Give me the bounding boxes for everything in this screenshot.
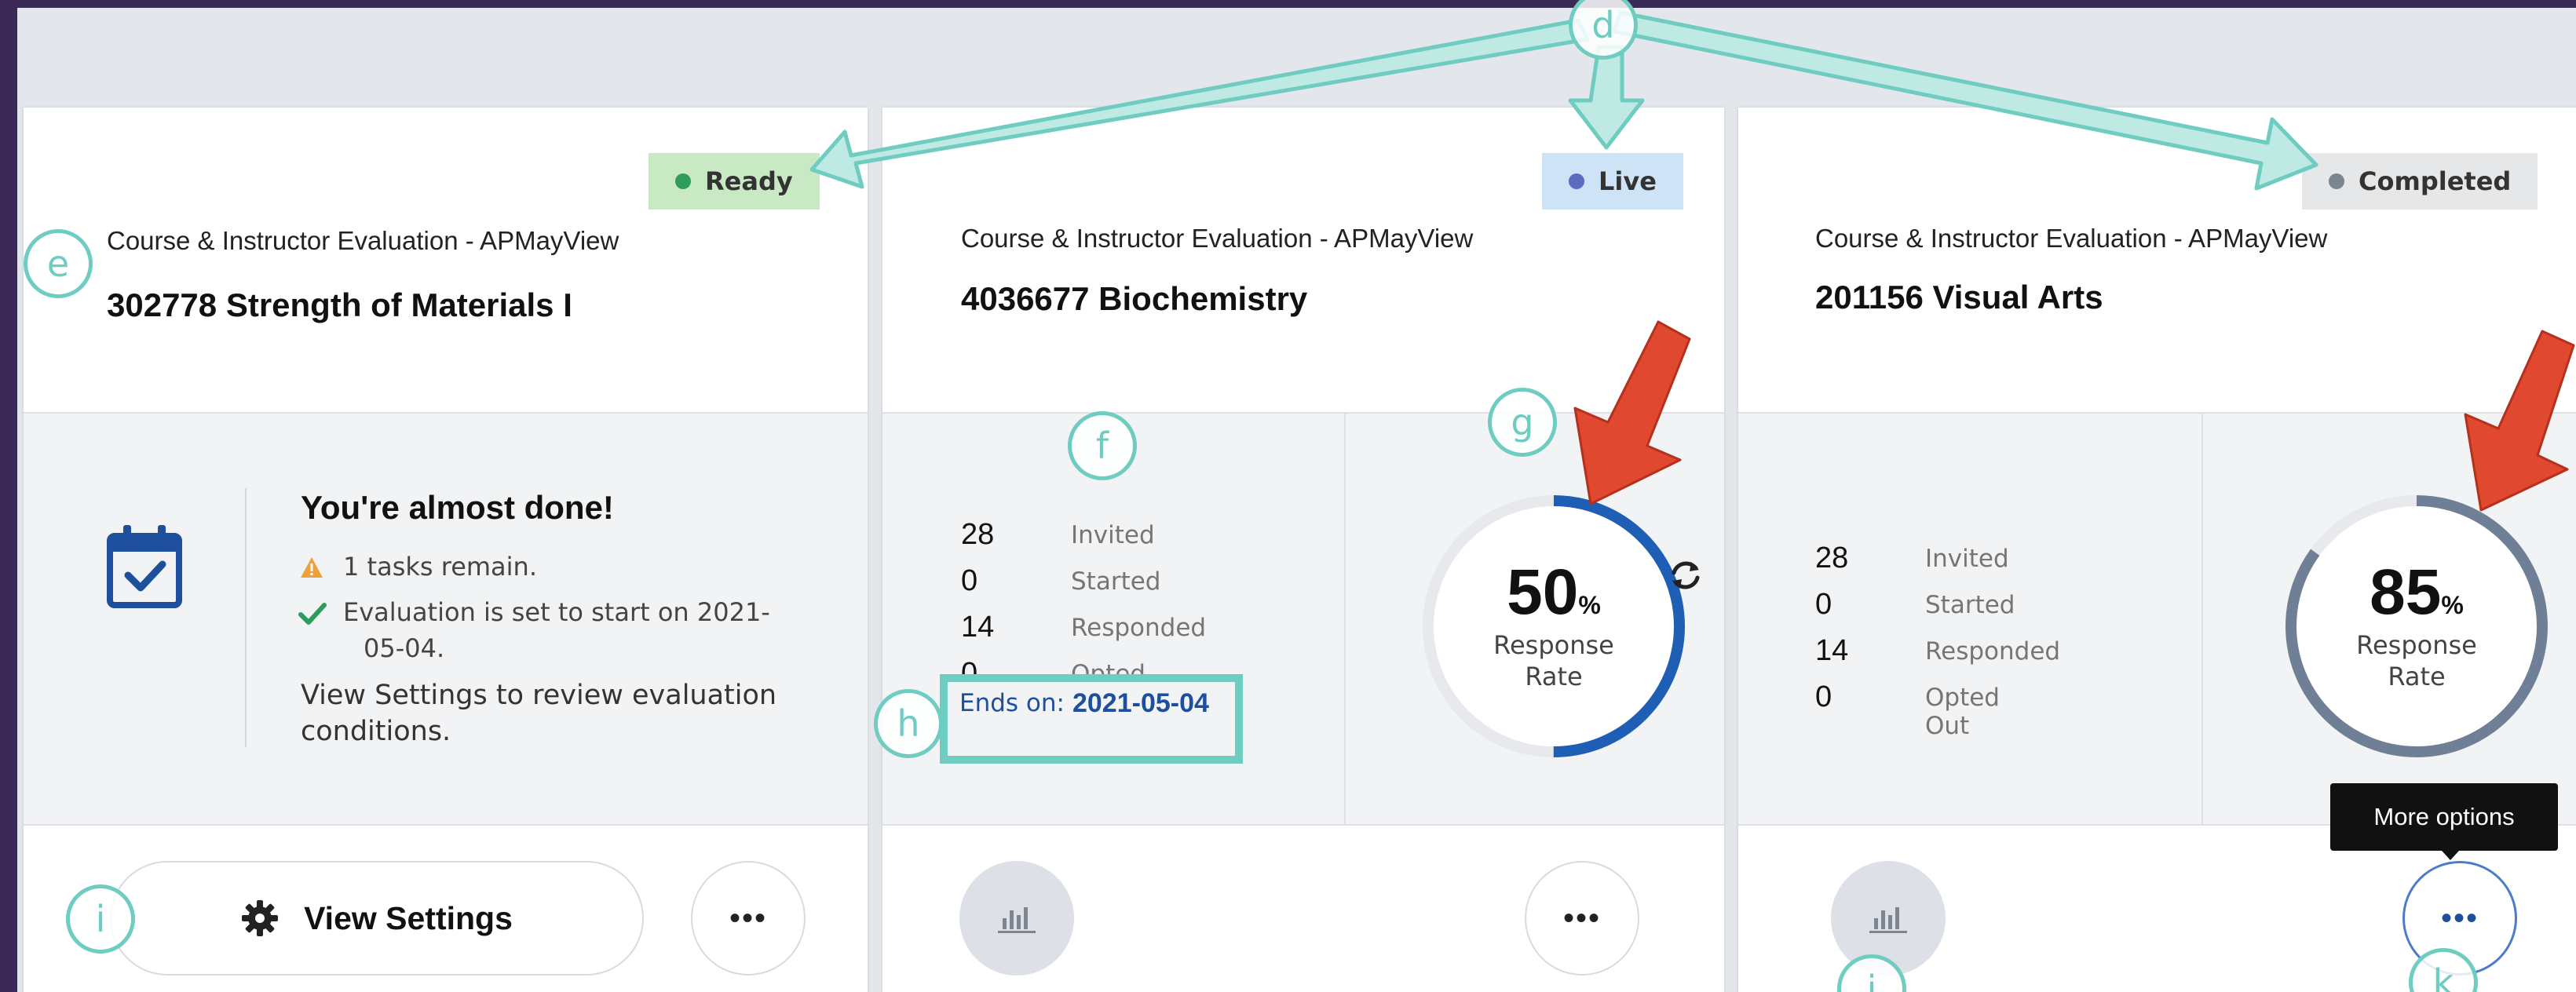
course-title[interactable]: 201156 Visual Arts bbox=[1815, 279, 2103, 316]
check-icon bbox=[298, 603, 327, 625]
status-badge: Live bbox=[1542, 153, 1683, 210]
view-report-button[interactable] bbox=[959, 861, 1074, 976]
status-badge: Completed bbox=[2302, 153, 2538, 210]
evaluation-card-ready: Ready Course & Instructor Evaluation - A… bbox=[24, 108, 868, 992]
callout-e: e bbox=[24, 229, 93, 298]
card-footer: ••• bbox=[882, 826, 1724, 992]
notice-heading: You're almost done! bbox=[301, 489, 614, 526]
more-options-tooltip: More options bbox=[2330, 783, 2558, 851]
card-footer: View Settings ••• bbox=[24, 826, 868, 992]
response-rate-label: Response Rate bbox=[2356, 630, 2477, 691]
divider bbox=[2201, 414, 2203, 826]
card-header: Ready Course & Instructor Evaluation - A… bbox=[24, 108, 868, 414]
bar-chart-icon bbox=[998, 907, 1036, 933]
response-rate-label: Response Rate bbox=[1493, 630, 1614, 691]
card-body: 28Invited 0Started 14Responded 0Opted Ou… bbox=[1738, 414, 2576, 826]
end-date-label: Ends on: bbox=[959, 689, 1065, 717]
warning-icon bbox=[301, 557, 323, 578]
annotated-screenshot: Ready Course & Instructor Evaluation - A… bbox=[0, 0, 2576, 992]
card-body: You're almost done! 1 tasks remain. Eval… bbox=[24, 414, 868, 826]
start-date-text-line-2: 05-04. bbox=[364, 633, 445, 663]
callout-f: f bbox=[1068, 411, 1137, 480]
more-options-button[interactable]: ••• bbox=[1525, 861, 1639, 976]
ellipsis-icon: ••• bbox=[729, 900, 767, 935]
response-rate-gauge: 85% Response Rate bbox=[2279, 489, 2554, 764]
status-label: Completed bbox=[2359, 166, 2512, 196]
view-settings-button[interactable]: View Settings bbox=[110, 861, 644, 976]
gear-icon bbox=[242, 900, 279, 936]
evaluation-card-live: Live Course & Instructor Evaluation - AP… bbox=[882, 108, 1724, 992]
card-body: 28Invited 0Started 14Responded 0Opted Ou… bbox=[882, 414, 1724, 826]
start-date-text-line-1: Evaluation is set to start on 2021- bbox=[343, 597, 770, 627]
callout-h: h bbox=[874, 689, 943, 758]
evaluation-name: Course & Instructor Evaluation - APMayVi… bbox=[961, 224, 1474, 253]
evaluation-name: Course & Instructor Evaluation - APMayVi… bbox=[107, 226, 619, 255]
divider bbox=[1344, 414, 1346, 826]
divider bbox=[245, 488, 247, 747]
refresh-icon[interactable] bbox=[1668, 557, 1704, 593]
settings-note-line-2: conditions. bbox=[301, 716, 451, 747]
warning-text: 1 tasks remain. bbox=[343, 552, 537, 582]
callout-g: g bbox=[1488, 388, 1557, 457]
evaluations-dashboard: Ready Course & Instructor Evaluation - A… bbox=[17, 8, 2576, 992]
status-badge: Ready bbox=[649, 153, 820, 210]
ellipsis-icon: ••• bbox=[1562, 900, 1601, 935]
course-title[interactable]: 302778 Strength of Materials I bbox=[107, 286, 572, 324]
calendar-check-icon bbox=[107, 525, 182, 608]
status-label: Live bbox=[1599, 166, 1657, 196]
status-dot bbox=[2329, 173, 2344, 189]
end-date-row: Ends on: 2021-05-04 bbox=[953, 679, 1209, 728]
course-title[interactable]: 4036677 Biochemistry bbox=[961, 280, 1307, 318]
ellipsis-icon: ••• bbox=[2440, 900, 2479, 935]
tooltip-pointer bbox=[2442, 851, 2459, 860]
status-dot bbox=[675, 173, 691, 189]
status-label: Ready bbox=[705, 166, 793, 196]
response-rate-gauge: 50% Response Rate bbox=[1416, 489, 1691, 764]
response-rate-value: 50% bbox=[1507, 556, 1601, 628]
settings-note-line-1: View Settings to review evaluation bbox=[301, 680, 777, 711]
card-header: Completed Course & Instructor Evaluation… bbox=[1738, 108, 2576, 414]
callout-i: i bbox=[66, 884, 135, 954]
status-dot bbox=[1569, 173, 1584, 189]
more-options-button[interactable]: ••• bbox=[691, 861, 806, 976]
response-rate-value: 85% bbox=[2370, 556, 2464, 628]
evaluation-name: Course & Instructor Evaluation - APMayVi… bbox=[1815, 224, 2328, 253]
bar-chart-icon bbox=[1869, 907, 1907, 933]
card-header: Live Course & Instructor Evaluation - AP… bbox=[882, 108, 1724, 414]
end-date-value: 2021-05-04 bbox=[1072, 687, 1209, 718]
view-settings-label: View Settings bbox=[304, 899, 513, 936]
